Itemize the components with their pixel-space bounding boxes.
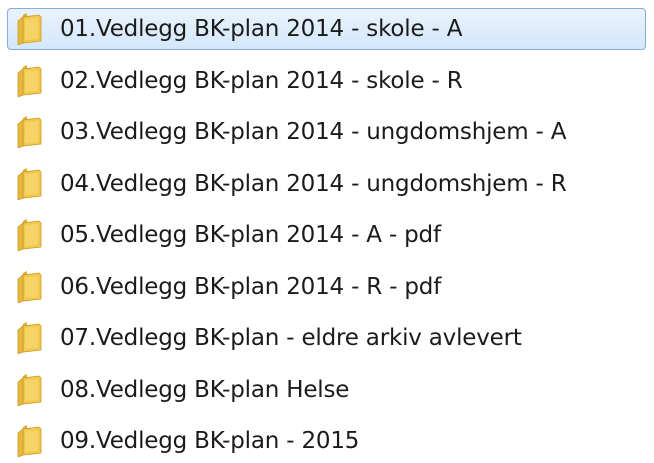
folder-name: 07.Vedlegg BK-plan - eldre arkiv avlever…: [60, 325, 522, 351]
folder-icon: [12, 218, 46, 252]
folder-name: 08.Vedlegg BK-plan Helse: [60, 376, 350, 403]
folder-icon: [12, 115, 46, 149]
folder-icon: [12, 167, 46, 201]
folder-name: 02.Vedlegg BK-plan 2014 - skole - R: [60, 67, 463, 94]
folder-name: 01.Vedlegg BK-plan 2014 - skole - A: [60, 16, 463, 42]
folder-item-09[interactable]: 09.Vedlegg BK-plan - 2015: [7, 420, 646, 462]
folder-item-04[interactable]: 04.Vedlegg BK-plan 2014 - ungdomshjem - …: [7, 163, 646, 205]
folder-icon: [12, 64, 46, 98]
folder-item-07[interactable]: 07.Vedlegg BK-plan - eldre arkiv avlever…: [7, 317, 646, 359]
folder-icon: [12, 424, 46, 458]
folder-item-02[interactable]: 02.Vedlegg BK-plan 2014 - skole - R: [7, 60, 646, 102]
folder-icon: [12, 321, 46, 355]
folder-item-06[interactable]: 06.Vedlegg BK-plan 2014 - R - pdf: [7, 266, 646, 308]
folder-item-08[interactable]: 08.Vedlegg BK-plan Helse: [7, 369, 646, 411]
folder-name: 09.Vedlegg BK-plan - 2015: [60, 428, 360, 454]
folder-list: 01.Vedlegg BK-plan 2014 - skole - A 02.V…: [0, 0, 654, 463]
folder-icon: [12, 12, 46, 46]
folder-name: 03.Vedlegg BK-plan 2014 - ungdomshjem - …: [60, 119, 567, 145]
folder-item-01[interactable]: 01.Vedlegg BK-plan 2014 - skole - A: [7, 8, 646, 50]
folder-icon: [12, 373, 46, 407]
folder-name: 05.Vedlegg BK-plan 2014 - A - pdf: [60, 222, 441, 248]
folder-name: 04.Vedlegg BK-plan 2014 - ungdomshjem - …: [60, 170, 567, 197]
folder-name: 06.Vedlegg BK-plan 2014 - R - pdf: [60, 273, 442, 300]
folder-item-03[interactable]: 03.Vedlegg BK-plan 2014 - ungdomshjem - …: [7, 111, 646, 153]
folder-item-05[interactable]: 05.Vedlegg BK-plan 2014 - A - pdf: [7, 214, 646, 256]
folder-icon: [12, 270, 46, 304]
